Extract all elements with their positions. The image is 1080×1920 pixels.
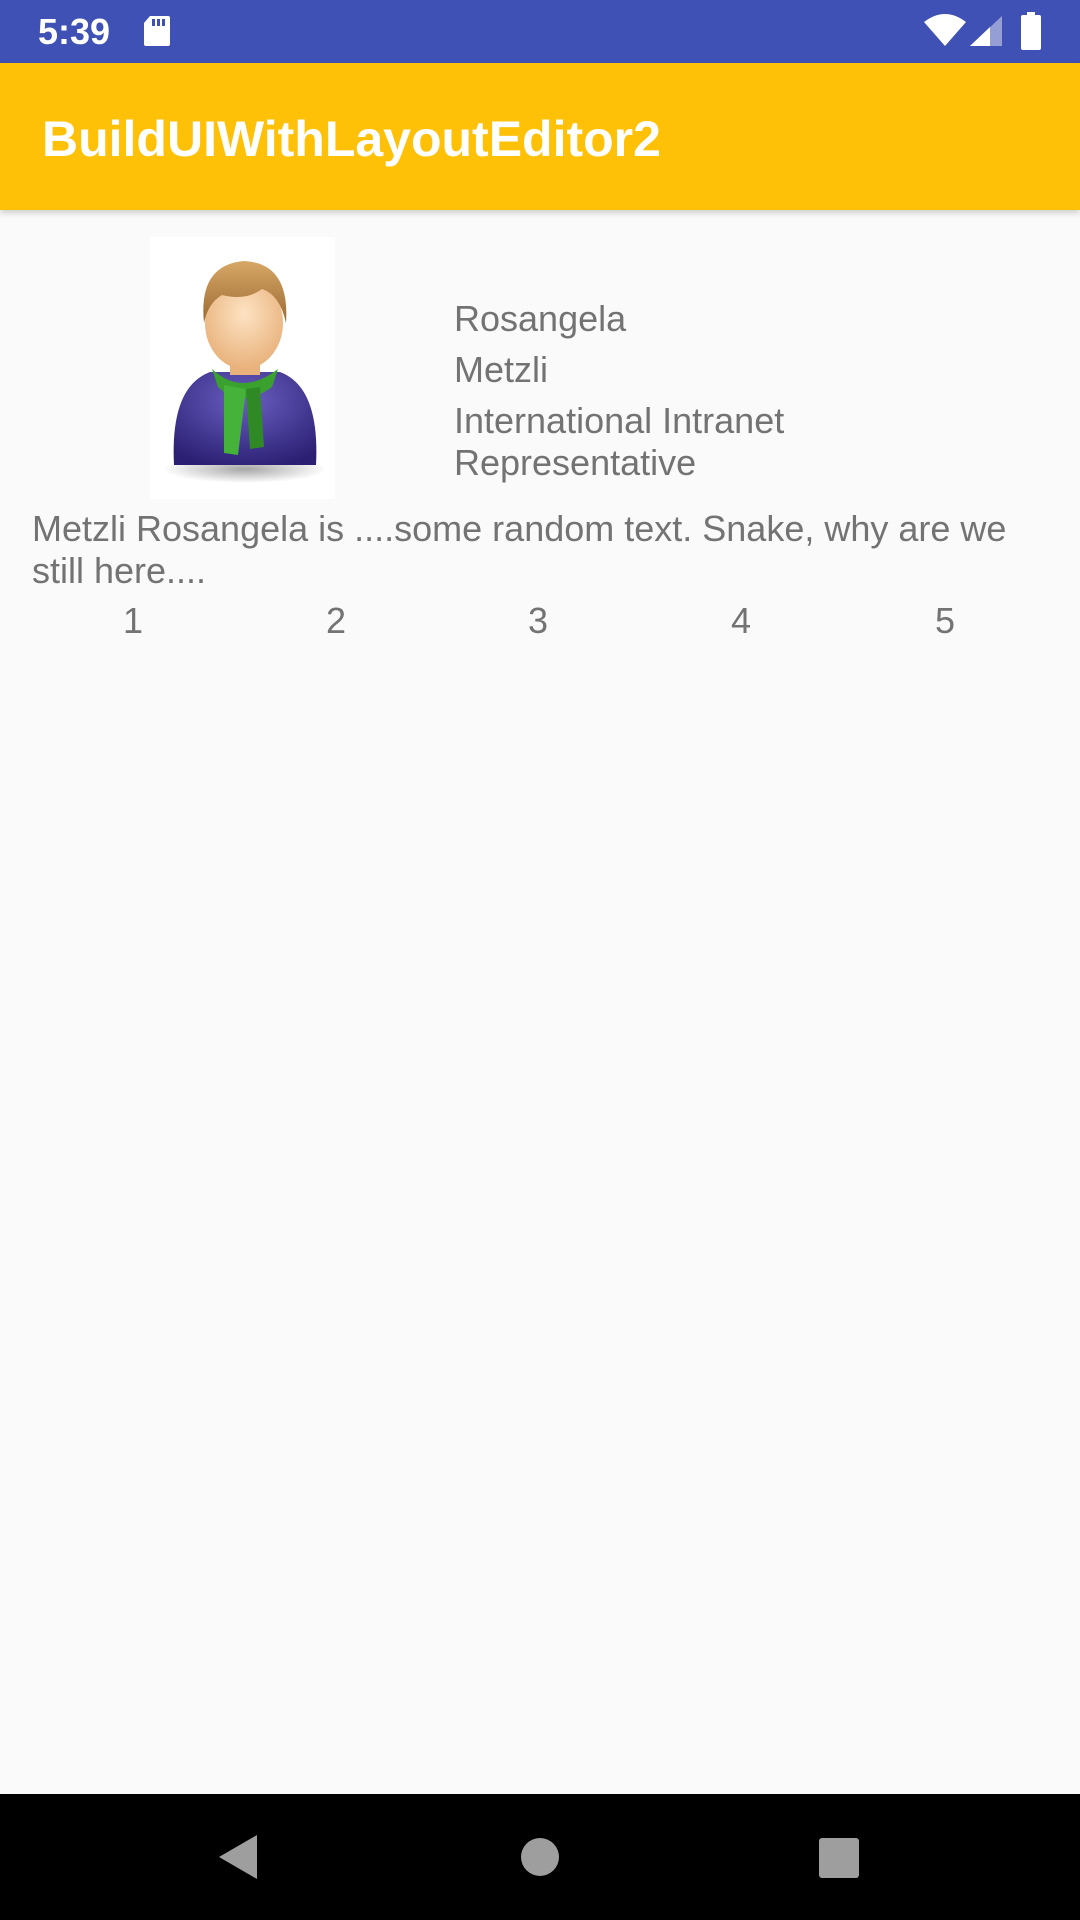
number-4: 4	[730, 600, 752, 641]
app-title: BuildUIWithLayoutEditor2	[42, 111, 661, 167]
recents-icon[interactable]	[808, 1827, 868, 1887]
battery-icon	[1021, 12, 1041, 50]
back-icon[interactable]	[209, 1827, 269, 1887]
app-bar: BuildUIWithLayoutEditor2	[0, 63, 1080, 210]
status-time: 5:39	[38, 11, 111, 52]
number-1: 1	[122, 600, 144, 641]
home-icon[interactable]	[510, 1827, 570, 1887]
navigation-bar	[0, 1794, 1080, 1920]
number-3: 3	[527, 600, 549, 641]
job-title: International Intranet Representative	[454, 400, 785, 483]
last-name: Metzli	[454, 349, 549, 390]
first-name: Rosangela	[454, 298, 627, 339]
number-5: 5	[934, 600, 956, 641]
status-bar: 5:39	[0, 0, 1080, 63]
cellular-signal-icon	[970, 16, 1002, 46]
bio-text: Metzli Rosangela is ....some random text…	[32, 508, 1007, 591]
wifi-icon	[924, 14, 966, 46]
numbers-row: 1 2 3 4 5	[0, 596, 1080, 646]
number-2: 2	[325, 600, 347, 641]
sd-card-icon	[144, 16, 170, 46]
person-avatar-icon	[150, 237, 335, 499]
